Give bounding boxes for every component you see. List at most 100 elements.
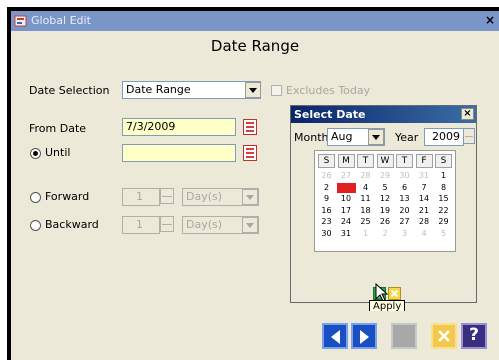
backward-radio[interactable] [30,220,41,231]
date-selection-value: Date Range [126,83,191,96]
forward-number-input[interactable]: 1 [122,188,160,206]
dialog-title: Date Range [210,37,300,55]
calendar-day[interactable]: 29 [376,171,395,181]
app-icon [14,15,27,27]
calendar-day[interactable]: 29 [434,217,453,227]
month-value: Aug [331,130,353,143]
weekday-header: T [357,154,374,168]
year-spinner[interactable] [463,128,475,144]
calendar-day[interactable]: 14 [415,194,434,204]
title-bar[interactable]: Global Edit × [11,11,499,31]
forward-unit-dropdown-button[interactable] [242,189,258,205]
backward-number-input[interactable]: 1 [122,216,160,234]
year-value: 2009 [432,130,460,143]
calendar-day[interactable]: 23 [317,217,336,227]
dropdown-arrow-icon [246,195,254,200]
select-date-title-bar[interactable]: Select Date × [291,106,476,123]
bottom-toolbar: ? [11,311,499,360]
calendar-day[interactable]: 17 [337,206,356,216]
calendar-day[interactable]: 4 [356,183,375,193]
previous-button[interactable] [322,323,348,349]
calendar-day[interactable]: 22 [434,206,453,216]
cancel-icon [438,330,450,342]
calendar-day[interactable]: 20 [395,206,414,216]
year-label: Year [395,131,419,144]
calendar-day[interactable]: 21 [415,206,434,216]
calendar-day-selected[interactable]: 3 [336,182,356,193]
weekday-header: M [337,154,355,168]
cancel-button[interactable] [431,323,457,349]
calendar-day[interactable]: 6 [395,183,414,193]
calendar-day[interactable]: 1 [434,171,453,181]
until-radio[interactable] [30,148,41,159]
calendar-day[interactable]: 18 [356,206,375,216]
until-date-input[interactable] [122,144,236,162]
calendar-day[interactable]: 13 [395,194,414,204]
until-label: Until [45,146,71,159]
date-selection-select[interactable]: Date Range [122,81,261,99]
date-selection-dropdown-button[interactable] [245,82,261,98]
window-close-button[interactable]: × [485,13,495,27]
calendar-day[interactable]: 28 [356,171,375,181]
calendar-day[interactable]: 19 [376,206,395,216]
calendar-day[interactable]: 5 [434,229,453,239]
calendar-day[interactable]: 2 [317,183,336,193]
calendar-day[interactable]: 7 [415,183,434,193]
calendar-day[interactable]: 27 [337,171,356,181]
cancel-icon [390,289,399,298]
prev-arrow-icon [331,330,340,344]
disabled-button[interactable] [391,323,417,349]
calendar-day[interactable]: 31 [415,171,434,181]
month-dropdown-button[interactable] [368,129,384,145]
calendar-day[interactable]: 2 [376,229,395,239]
backward-unit-value: Day(s) [186,218,223,231]
calendar-day[interactable]: 28 [415,217,434,227]
calendar-day[interactable]: 4 [415,229,434,239]
backward-unit-dropdown-button[interactable] [242,217,258,233]
calendar-day[interactable]: 12 [376,194,395,204]
forward-label: Forward [45,190,90,203]
backward-label: Backward [45,218,99,231]
calendar-day[interactable]: 1 [356,229,375,239]
from-date-input[interactable]: 7/3/2009 [122,118,236,136]
calendar-day[interactable]: 3 [395,229,414,239]
calendar-day[interactable]: 31 [337,229,356,239]
next-button[interactable] [351,323,377,349]
forward-radio[interactable] [30,192,41,203]
calendar-day[interactable]: 30 [395,171,414,181]
until-calendar-button[interactable] [243,145,257,161]
from-date-label: From Date [29,122,87,135]
weekday-header: F [415,154,433,168]
excludes-today-label: Excludes Today [286,84,371,97]
calendar-day[interactable]: 26 [317,171,336,181]
calendar-day[interactable]: 27 [395,217,414,227]
select-date-close-button[interactable]: × [461,108,474,120]
month-label: Month [294,131,329,144]
global-edit-window: Global Edit × Date Range Date Selection … [11,11,499,360]
calendar-day[interactable]: 9 [317,194,336,204]
weekday-header: S [435,154,452,168]
calendar-day[interactable]: 30 [317,229,336,239]
backward-spinner[interactable] [160,216,174,232]
cancel-date-button[interactable] [388,287,401,300]
calendar-day[interactable]: 25 [356,217,375,227]
help-icon: ? [469,325,479,345]
forward-spinner[interactable] [160,188,174,204]
window-title: Global Edit [31,14,91,27]
help-button[interactable]: ? [461,323,487,349]
calendar-day[interactable]: 8 [434,183,453,193]
calendar-day[interactable]: 11 [356,194,375,204]
weekday-header: T [396,154,413,168]
from-date-calendar-button[interactable] [243,119,257,135]
calendar-day[interactable]: 15 [434,194,453,204]
year-input[interactable]: 2009 [424,128,464,146]
calendar-day[interactable]: 5 [376,183,395,193]
backward-number-value: 1 [136,218,143,231]
excludes-today-checkbox[interactable] [271,85,282,96]
calendar-day[interactable]: 10 [337,194,356,204]
calendar-day[interactable]: 26 [376,217,395,227]
calendar-day[interactable]: 16 [317,206,336,216]
calendar-day[interactable]: 24 [337,217,356,227]
dropdown-arrow-icon [246,223,254,228]
select-date-title: Select Date [294,108,366,121]
